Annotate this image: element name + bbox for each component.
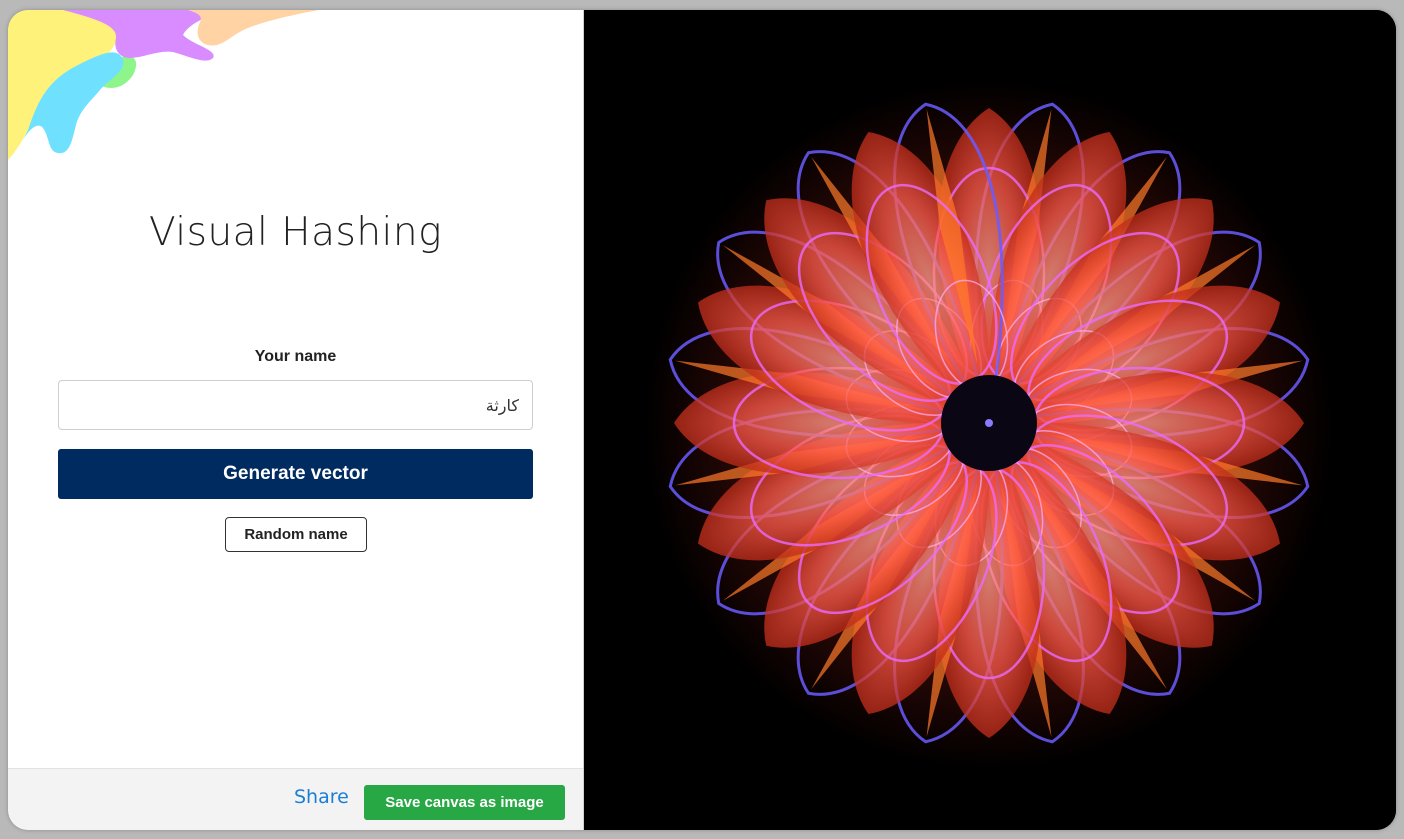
name-input[interactable] bbox=[58, 380, 533, 430]
decorative-blob bbox=[8, 10, 318, 160]
visual-hash-canvas bbox=[584, 10, 1396, 830]
name-field-label: Your name bbox=[254, 348, 337, 365]
save-canvas-button[interactable]: Save canvas as image bbox=[364, 785, 565, 820]
page-title: Visual Hashing bbox=[148, 210, 443, 255]
generate-vector-button[interactable]: Generate vector bbox=[58, 449, 533, 499]
footer-bar: Share Save canvas as image bbox=[8, 768, 583, 830]
peach-blob bbox=[188, 10, 318, 46]
random-name-button[interactable]: Random name bbox=[225, 517, 367, 552]
control-panel: Visual Hashing Your name Generate vector… bbox=[8, 10, 584, 830]
share-link[interactable]: Share bbox=[294, 786, 349, 808]
app-window: Visual Hashing Your name Generate vector… bbox=[8, 10, 1396, 830]
mandala-center-dot bbox=[985, 419, 993, 427]
mandala-image bbox=[644, 80, 1334, 770]
